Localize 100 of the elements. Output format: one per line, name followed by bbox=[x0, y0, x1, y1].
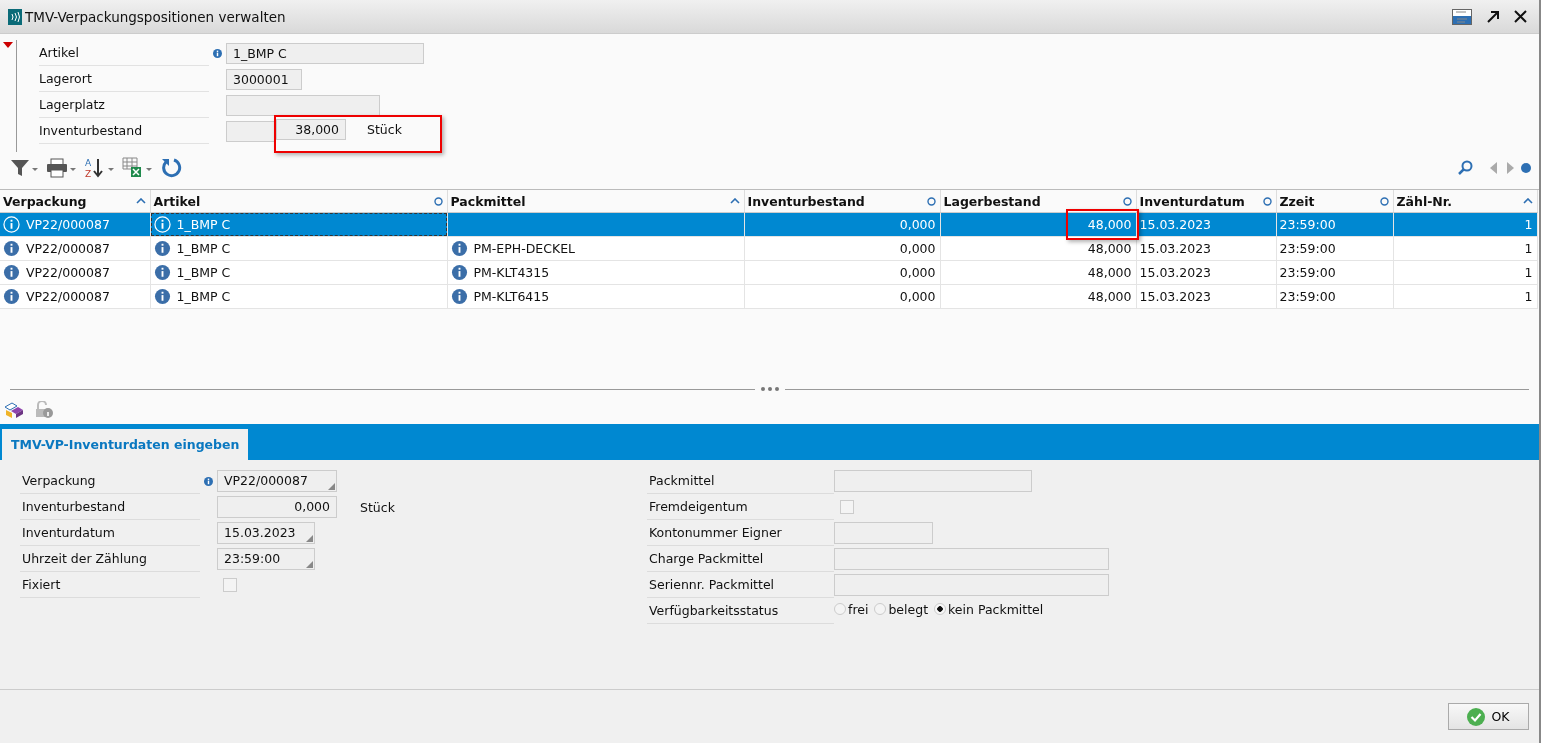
table-cell: PM-EPH-DECKEL bbox=[473, 241, 575, 256]
table-cell: 23:59:00 bbox=[1279, 289, 1336, 304]
dropdown-field[interactable]: VP22/000087 bbox=[217, 470, 337, 492]
table-row[interactable]: VP22/000087 1_BMP C PM-EPH-DECKEL 0,000 48,000 15.03.2023 23:59:00 1 bbox=[0, 236, 1537, 261]
excel-export-icon[interactable] bbox=[122, 157, 154, 179]
table-cell: 1 bbox=[1524, 265, 1533, 280]
refresh-icon[interactable] bbox=[160, 157, 182, 179]
input-field[interactable] bbox=[834, 574, 1109, 596]
column-header[interactable]: Inventurdatum bbox=[1136, 190, 1276, 213]
table-cell: PM-KLT4315 bbox=[473, 265, 550, 280]
info-icon[interactable] bbox=[204, 476, 213, 486]
info-icon[interactable] bbox=[3, 216, 20, 233]
table-cell: VP22/000087 bbox=[26, 265, 110, 280]
radio-button[interactable] bbox=[934, 603, 947, 615]
search-icon[interactable] bbox=[1457, 160, 1473, 176]
table-cell: 1_BMP C bbox=[176, 265, 231, 280]
field-label: Inventurdatum bbox=[20, 520, 200, 546]
info-icon[interactable] bbox=[153, 288, 171, 305]
table-cell: 48,000 bbox=[1087, 241, 1132, 256]
input-field[interactable] bbox=[834, 470, 1032, 492]
table-cell: 23:59:00 bbox=[1279, 265, 1336, 280]
info-icon[interactable] bbox=[450, 264, 468, 281]
layout-icon[interactable] bbox=[1452, 8, 1472, 25]
table-cell: 1_BMP C bbox=[176, 241, 231, 256]
readonly-field bbox=[226, 120, 276, 142]
column-header[interactable]: Verpackung bbox=[0, 190, 150, 213]
print-icon[interactable] bbox=[46, 158, 78, 178]
ok-button[interactable]: OK bbox=[1448, 703, 1529, 730]
close-icon[interactable] bbox=[1514, 10, 1527, 23]
field-label: Inventurbestand bbox=[39, 118, 209, 144]
readonly-field: 3000001 bbox=[226, 68, 302, 90]
input-field[interactable] bbox=[834, 548, 1109, 570]
radio-label: frei bbox=[848, 601, 869, 617]
table-cell: PM-KLT6415 bbox=[473, 289, 550, 304]
table-cell: 0,000 bbox=[899, 217, 936, 232]
field-label: Verpackung bbox=[20, 468, 200, 494]
info-icon[interactable] bbox=[153, 264, 171, 281]
table-cell: 15.03.2023 bbox=[1139, 217, 1212, 232]
tab[interactable]: TMV-VP-Inventurdaten eingeben bbox=[2, 429, 249, 460]
quantity-field: 38,000 bbox=[276, 118, 346, 140]
table-cell: 23:59:00 bbox=[1279, 217, 1336, 232]
radio-button[interactable] bbox=[834, 603, 846, 615]
field-label: Inventurbestand bbox=[20, 494, 200, 520]
radio-button[interactable] bbox=[874, 603, 887, 615]
table-cell: 48,000 bbox=[1087, 217, 1132, 232]
unit-label: Stück bbox=[360, 499, 395, 515]
table-cell: 0,000 bbox=[899, 265, 936, 280]
collapse-triangle-icon[interactable] bbox=[3, 42, 13, 48]
field-label: Lagerplatz bbox=[39, 92, 209, 118]
quantity-field[interactable]: 0,000 bbox=[217, 496, 337, 518]
field-label: Fixiert bbox=[20, 572, 200, 598]
field-label: Artikel bbox=[39, 40, 209, 66]
table-row[interactable]: VP22/000087 1_BMP C PM-KLT4315 0,000 48,000 15.03.2023 23:59:00 1 bbox=[0, 260, 1537, 285]
column-header[interactable]: Artikel bbox=[150, 190, 447, 213]
checkbox[interactable] bbox=[840, 500, 854, 514]
column-header[interactable]: Zähl-Nr. bbox=[1393, 190, 1537, 213]
filter-icon[interactable] bbox=[10, 158, 40, 178]
info-icon[interactable] bbox=[3, 264, 20, 281]
radio-label: belegt bbox=[888, 601, 929, 617]
table-cell: 1 bbox=[1524, 241, 1533, 256]
info-icon[interactable] bbox=[3, 240, 20, 257]
table-cell: VP22/000087 bbox=[26, 217, 110, 232]
checkmark-icon bbox=[1467, 707, 1486, 726]
table-cell: 0,000 bbox=[899, 241, 936, 256]
info-icon[interactable] bbox=[450, 288, 468, 305]
info-icon[interactable] bbox=[153, 240, 171, 257]
dot-icon[interactable] bbox=[1521, 163, 1531, 173]
table-cell: VP22/000087 bbox=[26, 241, 110, 256]
window-title: TMV-Verpackungspositionen verwalten bbox=[25, 8, 286, 25]
dropdown-field[interactable]: 23:59:00 bbox=[217, 548, 315, 570]
splitter-handle[interactable] bbox=[760, 387, 779, 391]
column-header[interactable]: Inventurbestand bbox=[744, 190, 940, 213]
column-header[interactable]: Lagerbestand bbox=[940, 190, 1136, 213]
table-row[interactable]: VP22/000087 1_BMP C 0,000 48,000 15.03.2023 23:59:00 1 bbox=[0, 212, 1537, 237]
table-cell: 23:59:00 bbox=[1279, 241, 1336, 256]
table-row[interactable]: VP22/000087 1_BMP C PM-KLT6415 0,000 48,000 15.03.2023 23:59:00 1 bbox=[0, 284, 1537, 309]
boxes-icon[interactable] bbox=[4, 401, 24, 419]
table-cell: 48,000 bbox=[1087, 289, 1132, 304]
input-field[interactable] bbox=[834, 522, 933, 544]
maximize-arrow-icon[interactable] bbox=[1486, 9, 1500, 24]
unit-label: Stück bbox=[367, 121, 402, 137]
checkbox[interactable] bbox=[223, 578, 237, 592]
table-cell: 1 bbox=[1524, 217, 1533, 232]
table-cell: 15.03.2023 bbox=[1139, 289, 1212, 304]
field-label: Verfügbarkeitsstatus bbox=[647, 598, 834, 624]
table-cell: VP22/000087 bbox=[26, 289, 110, 304]
column-header[interactable]: Packmittel bbox=[447, 190, 744, 213]
lock-info-icon bbox=[34, 401, 54, 419]
field-label: Uhrzeit der Zählung bbox=[20, 546, 200, 572]
field-label: Fremdeigentum bbox=[647, 494, 834, 520]
dropdown-field[interactable]: 15.03.2023 bbox=[217, 522, 315, 544]
column-header[interactable]: Zzeit bbox=[1276, 190, 1393, 213]
info-icon[interactable] bbox=[3, 288, 20, 305]
field-label: Lagerort bbox=[39, 66, 209, 92]
app-icon bbox=[8, 8, 22, 25]
table-cell: 0,000 bbox=[899, 289, 936, 304]
info-icon[interactable] bbox=[153, 216, 171, 233]
info-icon[interactable] bbox=[213, 48, 222, 58]
radio-label: kein Packmittel bbox=[948, 601, 1044, 617]
info-icon[interactable] bbox=[450, 240, 468, 257]
